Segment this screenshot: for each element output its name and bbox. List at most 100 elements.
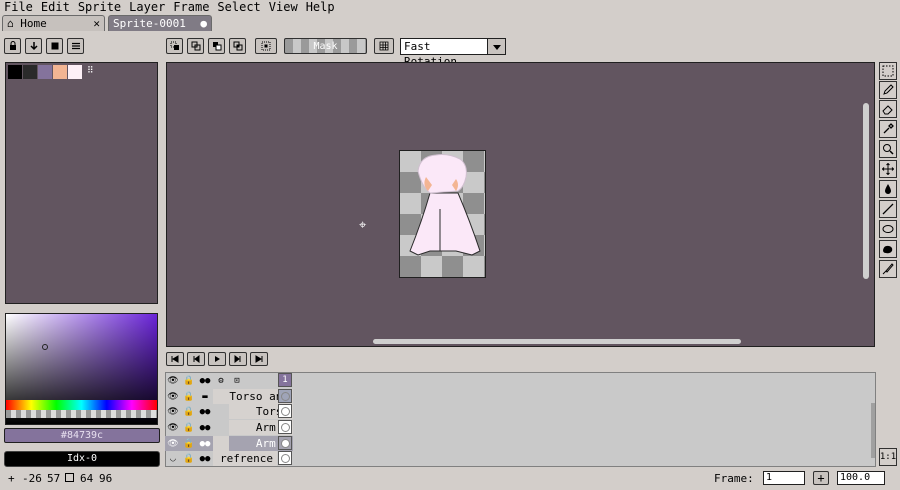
download-button[interactable] xyxy=(25,38,42,54)
visibility-eye-icon[interactable]: 👁 xyxy=(165,436,181,451)
continuous-icon[interactable]: ●● xyxy=(197,404,213,419)
cel-arm-a[interactable] xyxy=(278,420,292,434)
palette-swatch-1[interactable] xyxy=(23,65,37,79)
frame-number-input[interactable]: 1 xyxy=(763,471,805,485)
cel-torso-and[interactable] xyxy=(278,389,292,403)
eye-icon[interactable]: 👁 xyxy=(165,373,181,388)
lock-icon[interactable]: 🔒 xyxy=(181,436,197,451)
selection-subtract-button[interactable] xyxy=(208,38,225,54)
frame-header-1[interactable]: 1 xyxy=(278,373,292,387)
palette-swatch-4[interactable] xyxy=(68,65,82,79)
ellipse-tool[interactable] xyxy=(879,220,897,238)
visibility-eye-icon[interactable]: 👁 xyxy=(165,389,181,404)
line-tool[interactable] xyxy=(879,200,897,218)
layer-row-arm-a[interactable]: 👁 🔒 ●● Arm A xyxy=(165,420,293,435)
zoom-input[interactable]: 100.0 xyxy=(837,471,885,485)
color-picker-cursor[interactable] xyxy=(42,344,48,350)
eraser-tool[interactable] xyxy=(879,100,897,118)
continuous-icon[interactable]: ●● xyxy=(197,373,213,388)
move-tool[interactable] xyxy=(879,160,897,178)
visibility-eye-icon[interactable]: 👁 xyxy=(165,420,181,435)
onion-skin-icon[interactable]: ⚙ xyxy=(213,373,229,388)
palette-resize-handle[interactable]: ⠿ xyxy=(87,66,94,76)
cursor-y: 57 xyxy=(47,472,61,485)
menu-sprite[interactable]: Sprite xyxy=(74,0,125,14)
floppy-icon xyxy=(51,42,58,50)
selection-add-button[interactable] xyxy=(187,38,204,54)
cel-torso[interactable] xyxy=(278,404,292,418)
menu-select[interactable]: Select xyxy=(213,0,264,14)
layer-row-refrence[interactable]: ◡ 🔒 ●● refrence xyxy=(165,451,293,466)
hex-color-field[interactable]: #84739c xyxy=(4,428,160,443)
alpha-slider[interactable] xyxy=(6,410,157,418)
last-frame-button[interactable] xyxy=(250,352,268,366)
layer-name[interactable]: refrence xyxy=(213,451,277,466)
timeline-scrollbar[interactable] xyxy=(871,403,875,458)
layer-row-torso-and[interactable]: 👁 🔒 ▬ Torso and xyxy=(165,389,293,404)
continuous-icon[interactable]: ●● xyxy=(197,420,213,435)
hue-slider[interactable] xyxy=(6,400,157,410)
lock-icon[interactable]: 🔒 xyxy=(181,389,197,404)
menu-edit[interactable]: Edit xyxy=(37,0,74,14)
editor-canvas[interactable] xyxy=(166,62,875,347)
pencil-icon xyxy=(883,84,894,95)
horizontal-scrollbar[interactable] xyxy=(373,339,741,344)
unsaved-dot-icon[interactable]: ● xyxy=(200,16,207,31)
lock-header-icon[interactable]: 🔒 xyxy=(181,373,197,388)
layer-row-torso[interactable]: 👁 🔒 ●● Torso xyxy=(165,404,293,419)
lock-icon[interactable]: 🔒 xyxy=(181,451,197,466)
new-frame-button[interactable]: + xyxy=(813,471,829,485)
hidden-eye-icon[interactable]: ◡ xyxy=(165,451,181,466)
play-button[interactable] xyxy=(208,352,226,366)
lock-icon[interactable]: 🔒 xyxy=(181,404,197,419)
vertical-scrollbar[interactable] xyxy=(863,103,869,279)
eyedropper-tool[interactable] xyxy=(879,120,897,138)
transparent-color-button[interactable] xyxy=(374,38,394,54)
menu-frame[interactable]: Frame xyxy=(169,0,213,14)
selection-intersect-button[interactable] xyxy=(229,38,246,54)
menu-layer[interactable]: Layer xyxy=(125,0,169,14)
layer-row-arm-b[interactable]: 👁 🔒 ●● Arm B xyxy=(165,436,293,451)
lock-icon[interactable]: 🔒 xyxy=(181,420,197,435)
palette-swatch-0[interactable] xyxy=(8,65,22,79)
first-frame-button[interactable] xyxy=(166,352,184,366)
menu-view[interactable]: View xyxy=(265,0,302,14)
crosshair-icon: + xyxy=(8,472,15,485)
rotation-algorithm-select[interactable]: Fast Rotation xyxy=(400,38,506,68)
menu-help[interactable]: Help xyxy=(302,0,339,14)
blur-tool[interactable] xyxy=(879,260,897,278)
close-icon[interactable]: ✕ xyxy=(93,16,100,31)
contour-tool[interactable] xyxy=(879,240,897,258)
tab-home[interactable]: ⌂ Home ✕ xyxy=(2,15,105,31)
selection-replace-button[interactable] xyxy=(166,38,183,54)
brush-icon xyxy=(882,263,894,275)
layer-link-icon[interactable]: ⊡ xyxy=(229,373,245,388)
tab-sprite[interactable]: Sprite-0001 ● xyxy=(108,15,212,31)
visibility-eye-icon[interactable]: 👁 xyxy=(165,404,181,419)
pencil-tool[interactable] xyxy=(879,81,897,99)
pivot-button[interactable] xyxy=(255,38,277,54)
marquee-tool[interactable] xyxy=(879,62,897,80)
menu-file[interactable]: File xyxy=(0,0,37,14)
save-palette-button[interactable] xyxy=(46,38,63,54)
previous-frame-button[interactable] xyxy=(187,352,205,366)
cel-arm-b[interactable] xyxy=(278,436,292,450)
preview-button[interactable]: 1:1 xyxy=(879,448,897,466)
sprite-canvas[interactable] xyxy=(399,150,486,278)
play-icon xyxy=(215,356,220,362)
palette-menu-button[interactable] xyxy=(67,38,84,54)
chevron-down-icon xyxy=(487,39,505,54)
tab-bar: ⌂ Home ✕ Sprite-0001 ● xyxy=(0,14,900,32)
mask-color-button[interactable]: Mask xyxy=(284,38,367,54)
palette-swatch-3[interactable] xyxy=(53,65,67,79)
last-frame-icon xyxy=(255,355,263,363)
continuous-icon[interactable]: ●● xyxy=(197,436,213,451)
continuous-icon[interactable]: ●● xyxy=(197,451,213,466)
lock-button[interactable] xyxy=(4,38,21,54)
color-index-field[interactable]: Idx-0 xyxy=(4,451,160,467)
next-frame-button[interactable] xyxy=(229,352,247,366)
palette-swatch-2[interactable] xyxy=(38,65,52,79)
cel-refrence[interactable] xyxy=(278,451,292,465)
paint-bucket-tool[interactable] xyxy=(879,180,897,198)
zoom-tool[interactable] xyxy=(879,140,897,158)
